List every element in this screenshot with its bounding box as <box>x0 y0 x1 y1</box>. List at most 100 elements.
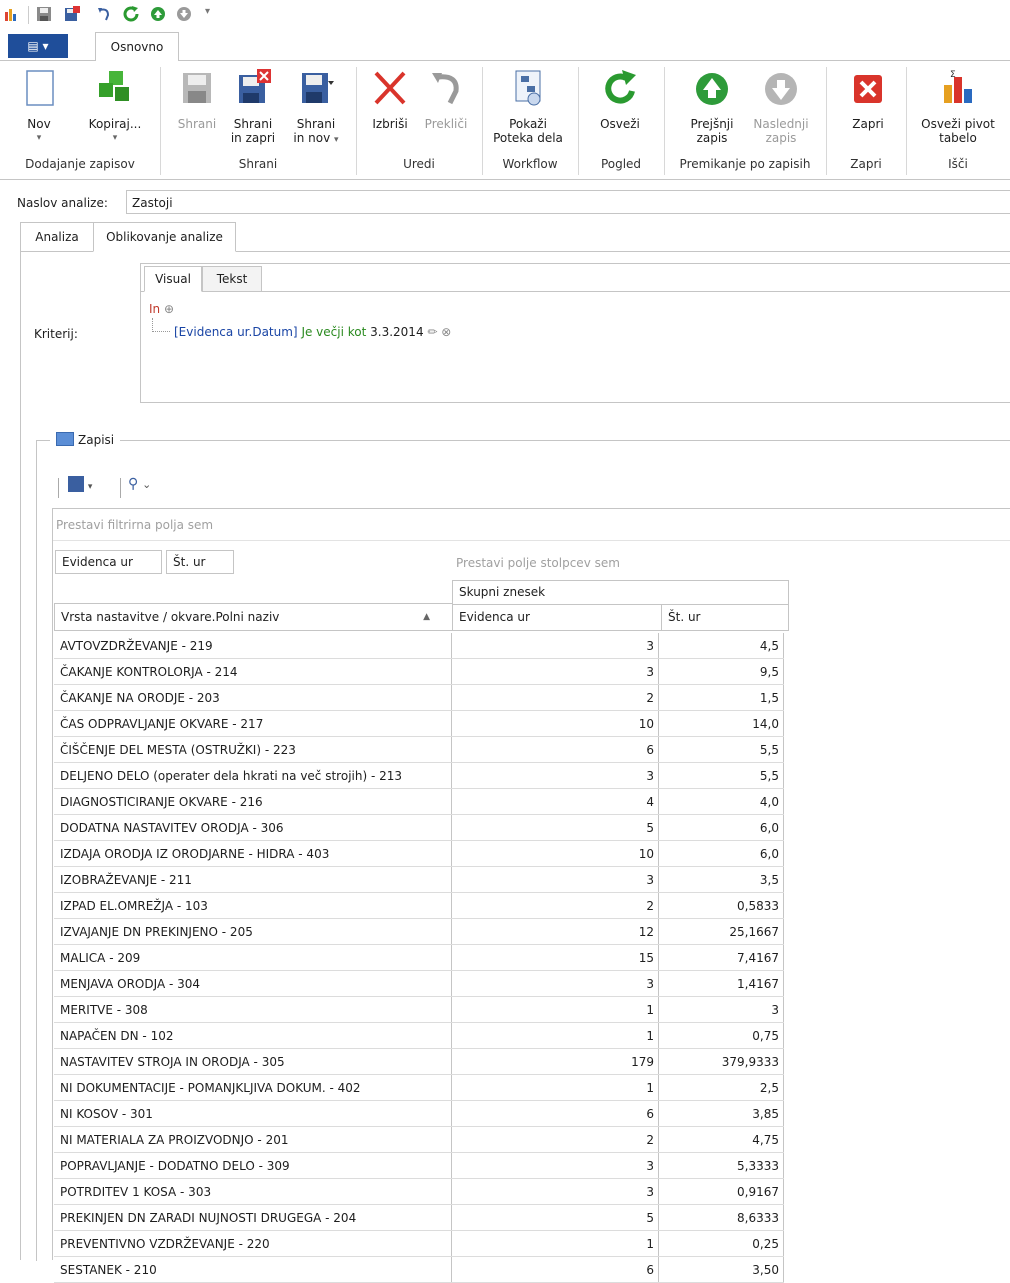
print-preview-button[interactable]: ⚲ ⌄ <box>128 476 151 492</box>
table-row[interactable]: PREVENTIVNO VZDRŽEVANJE - 220 1 0,25 <box>54 1230 784 1257</box>
tab-osnovno[interactable]: Osnovno <box>95 32 179 62</box>
column-header-st-ur[interactable]: Št. ur <box>661 604 789 631</box>
criteria-in-operator[interactable]: In ⊕ <box>149 302 174 316</box>
evidenca-ur-cell: 6 <box>451 736 659 763</box>
criteria-condition[interactable]: [Evidenca ur.Datum] Je večji kot 3.3.201… <box>174 325 451 339</box>
copy-button[interactable]: Kopiraj... ▾ <box>80 67 150 145</box>
criteria-value[interactable]: 3.3.2014 <box>370 325 423 339</box>
table-row[interactable]: MENJAVA ORODJA - 304 3 1,4167 <box>54 970 784 997</box>
row-label-cell: DODATNA NASTAVITEV ORODJA - 306 <box>54 814 452 841</box>
new-button[interactable]: Nov ▾ <box>14 67 64 145</box>
save-icon[interactable] <box>36 6 52 22</box>
delete-button[interactable]: Izbriši <box>366 67 414 131</box>
pivot-data-table: AVTOVZDRŽEVANJE - 219 3 4,5 ČAKANJE KONTROL… <box>54 633 784 1283</box>
evidenca-ur-cell: 3 <box>451 1152 659 1179</box>
table-row[interactable]: POTRDITEV 1 KOSA - 303 3 0,9167 <box>54 1178 784 1205</box>
refresh-button[interactable]: Osveži <box>592 67 648 131</box>
edit-pencil-icon[interactable]: ✏ <box>427 325 437 339</box>
table-row[interactable]: DODATNA NASTAVITEV ORODJA - 306 5 6,0 <box>54 814 784 841</box>
row-label-cell: AVTOVZDRŽEVANJE - 219 <box>54 633 452 659</box>
naslov-label: Naslov analize: <box>17 196 108 210</box>
undo-icon[interactable] <box>96 6 112 22</box>
table-row[interactable]: MALICA - 209 15 7,4167 <box>54 944 784 971</box>
table-row[interactable]: PREKINJEN DN ZARADI NUJNOSTI DRUGEGA - 2… <box>54 1204 784 1231</box>
row-label-cell: NASTAVITEV STROJA IN ORODJA - 305 <box>54 1048 452 1075</box>
save-close-icon[interactable] <box>64 6 80 22</box>
criteria-field[interactable]: [Evidenca ur.Datum] <box>174 325 298 339</box>
svg-text:Σ: Σ <box>950 70 956 80</box>
remove-condition-icon[interactable]: ⊗ <box>441 325 451 339</box>
table-row[interactable]: IZPAD EL.OMREŽJA - 103 2 0,5833 <box>54 892 784 919</box>
row-label-cell: IZDAJA ORODJA IZ ORODJARNE - HIDRA - 403 <box>54 840 452 867</box>
save-and-new-button[interactable]: Shrani in nov ▾ <box>288 67 344 147</box>
row-field-header[interactable]: Vrsta nastavitve / okvare.Polni naziv ▲ <box>54 603 453 631</box>
row-label-cell: ČAS ODPRAVLJANJE OKVARE - 217 <box>54 710 452 737</box>
st-ur-cell: 14,0 <box>658 710 784 737</box>
table-row[interactable]: SESTANEK - 210 6 3,50 <box>54 1256 784 1283</box>
export-button[interactable]: ▾ <box>68 476 92 492</box>
row-label-cell: ČAKANJE NA ORODJE - 203 <box>54 684 452 711</box>
evidenca-ur-cell: 3 <box>451 633 659 659</box>
save-disk-icon <box>68 476 84 492</box>
next-record-icon[interactable] <box>176 6 192 22</box>
row-label-cell: MERITVE - 308 <box>54 996 452 1023</box>
st-ur-cell: 0,5833 <box>658 892 784 919</box>
row-label-cell: ČAKANJE KONTROLORJA - 214 <box>54 658 452 685</box>
st-ur-cell: 2,5 <box>658 1074 784 1101</box>
workflow-icon <box>506 67 550 111</box>
evidenca-ur-cell: 2 <box>451 1126 659 1153</box>
group-label-workflow: Workflow <box>502 157 558 171</box>
previous-record-button[interactable]: Prejšnji zapis <box>682 67 742 145</box>
close-button[interactable]: Zapri <box>842 67 894 131</box>
table-row[interactable]: NAPAČEN DN - 102 1 0,75 <box>54 1022 784 1049</box>
table-row[interactable]: MERITVE - 308 1 3 <box>54 996 784 1023</box>
cancel-button[interactable]: Prekliči <box>420 67 472 131</box>
table-row[interactable]: DIAGNOSTICIRANJE OKVARE - 216 4 4,0 <box>54 788 784 815</box>
table-row[interactable]: IZOBRAŽEVANJE - 211 3 3,5 <box>54 866 784 893</box>
tab-visual[interactable]: Visual <box>144 266 202 292</box>
column-drop-area[interactable]: Prestavi polje stolpcev sem <box>456 556 620 570</box>
refresh-icon[interactable] <box>122 5 140 23</box>
save-disk-icon <box>175 67 219 111</box>
refresh-pivot-button[interactable]: Σ Osveži pivot tabelo <box>914 67 1002 145</box>
data-field-evidenca-ur[interactable]: Evidenca ur <box>55 550 162 574</box>
table-row[interactable]: ČAKANJE NA ORODJE - 203 2 1,5 <box>54 684 784 711</box>
table-row[interactable]: ČAS ODPRAVLJANJE OKVARE - 217 10 14,0 <box>54 710 784 737</box>
tab-analiza[interactable]: Analiza <box>20 222 94 252</box>
table-row[interactable]: NI MATERIALA ZA PROIZVODNJO - 201 2 4,75 <box>54 1126 784 1153</box>
criteria-operator[interactable]: Je večji kot <box>301 325 366 339</box>
table-row[interactable]: POPRAVLJANJE - DODATNO DELO - 309 3 5,3333 <box>54 1152 784 1179</box>
table-row[interactable]: NI KOSOV - 301 6 3,85 <box>54 1100 784 1127</box>
st-ur-cell: 4,0 <box>658 788 784 815</box>
table-row[interactable]: AVTOVZDRŽEVANJE - 219 3 4,5 <box>54 633 784 659</box>
save-and-close-button[interactable]: Shrani in zapri <box>228 67 278 145</box>
tab-oblikovanje-analize[interactable]: Oblikovanje analize <box>93 222 236 252</box>
table-row[interactable]: NI DOKUMENTACIJE - POMANJKLJIVA DOKUM. -… <box>54 1074 784 1101</box>
show-workflow-button[interactable]: Pokaži Poteka dela <box>492 67 564 145</box>
save-new-icon <box>294 67 338 111</box>
save-button[interactable]: Shrani <box>172 67 222 131</box>
st-ur-cell: 1,5 <box>658 684 784 711</box>
tab-tekst[interactable]: Tekst <box>202 266 262 292</box>
table-row[interactable]: NASTAVITEV STROJA IN ORODJA - 305 179 379,… <box>54 1048 784 1075</box>
row-label-cell: IZOBRAŽEVANJE - 211 <box>54 866 452 893</box>
row-label-cell: PREVENTIVNO VZDRŽEVANJE - 220 <box>54 1230 452 1257</box>
table-row[interactable]: IZVAJANJE DN PREKINJENO - 205 12 25,1667 <box>54 918 784 945</box>
naslov-input[interactable]: Zastoji <box>126 190 1010 214</box>
customize-qat-icon[interactable]: ▾ <box>205 6 210 17</box>
table-row[interactable]: ČIŠČENJE DEL MESTA (OSTRUŽKI) - 223 6 5,5 <box>54 736 784 763</box>
next-record-button[interactable]: Naslednji zapis <box>748 67 814 145</box>
quick-access-toolbar: ▾ <box>0 0 1010 30</box>
row-label-cell: NAPAČEN DN - 102 <box>54 1022 452 1049</box>
column-header-evidenca-ur[interactable]: Evidenca ur <box>452 604 662 631</box>
file-menu-tab[interactable]: ▤ ▾ <box>8 34 68 58</box>
table-row[interactable]: IZDAJA ORODJA IZ ORODJARNE - HIDRA - 403… <box>54 840 784 867</box>
data-field-st-ur[interactable]: Št. ur <box>166 550 234 574</box>
previous-record-icon[interactable] <box>150 6 166 22</box>
filter-drop-area[interactable]: Prestavi filtrirna polja sem <box>56 518 213 532</box>
add-condition-icon[interactable]: ⊕ <box>164 302 174 316</box>
row-label-cell: POTRDITEV 1 KOSA - 303 <box>54 1178 452 1205</box>
st-ur-cell: 9,5 <box>658 658 784 685</box>
table-row[interactable]: ČAKANJE KONTROLORJA - 214 3 9,5 <box>54 658 784 685</box>
table-row[interactable]: DELJENO DELO (operater dela hkrati na ve… <box>54 762 784 789</box>
